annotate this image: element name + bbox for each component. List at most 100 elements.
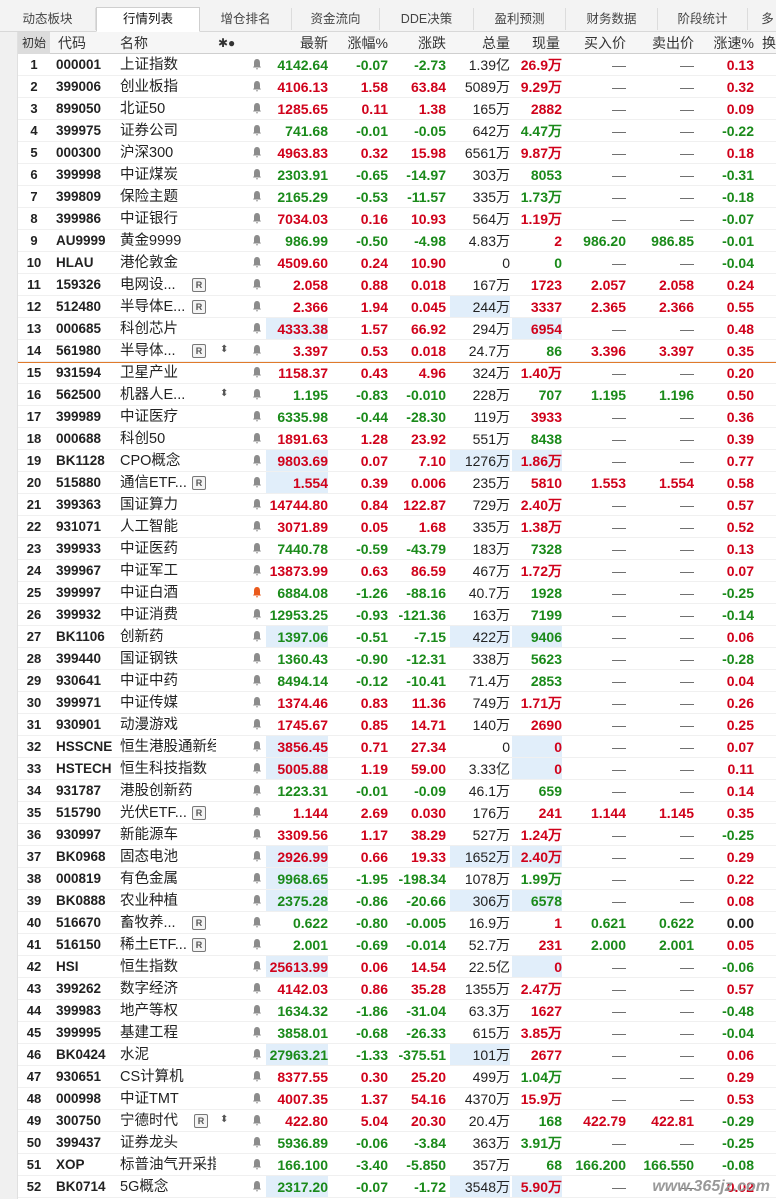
alert-bell-icon[interactable] — [252, 476, 262, 490]
alert-bell-icon[interactable] — [252, 388, 262, 402]
alert-bell-icon[interactable] — [252, 300, 262, 314]
alert-bell-icon[interactable] — [252, 124, 262, 138]
table-row[interactable]: 2 399006 创业板指 4106.13 1.58 63.84 5089万 9.29万 — — 0… — [18, 76, 776, 98]
alert-bell-icon[interactable] — [252, 894, 262, 908]
alert-bell-icon[interactable] — [252, 1026, 262, 1040]
alert-bell-icon[interactable] — [252, 1158, 262, 1172]
alert-bell-icon[interactable] — [252, 344, 262, 358]
alert-bell-icon[interactable] — [252, 146, 262, 160]
table-row[interactable]: 17 399989 中证医疗 6335.98 -0.44 -28.30 119万 3933 — —… — [18, 406, 776, 428]
table-row[interactable]: 28 399440 国证钢铁 1360.43 -0.90 -12.31 338万 5623 — —… — [18, 648, 776, 670]
table-row[interactable]: 51 XOP 标普油气开采指... 166.100 -3.40 -5.850 357万 68 1… — [18, 1154, 776, 1176]
tab-7[interactable]: 阶段统计 — [658, 8, 748, 30]
table-row[interactable]: 8 399986 中证银行 7034.03 0.16 10.93 564万 1.19万 — — -0… — [18, 208, 776, 230]
tab-3[interactable]: 资金流向 — [292, 8, 380, 30]
alert-bell-icon[interactable] — [252, 520, 262, 534]
tab-1[interactable]: 行情列表 — [96, 7, 200, 32]
tab-8[interactable]: 多 — [748, 8, 776, 30]
table-row[interactable]: 49 300750 宁德时代 R ⬍ 422.80 5.04 20.30 20.4万 168 422… — [18, 1110, 776, 1132]
alert-bell-icon[interactable] — [252, 256, 262, 270]
table-row[interactable]: 23 399933 中证医药 7440.78 -0.59 -43.79 183万 7328 — —… — [18, 538, 776, 560]
table-row[interactable]: 22 931071 人工智能 3071.89 0.05 1.68 335万 1.38万 — — 0.… — [18, 516, 776, 538]
table-row[interactable]: 36 930997 新能源车 3309.56 1.17 38.29 527万 1.24万 — — -… — [18, 824, 776, 846]
table-row[interactable]: 4 399975 证券公司 741.68 -0.01 -0.05 642万 4.47万 — — -0… — [18, 120, 776, 142]
alert-bell-icon[interactable] — [252, 102, 262, 116]
alert-bell-icon[interactable] — [252, 630, 262, 644]
alert-bell-icon[interactable] — [252, 784, 262, 798]
alert-bell-icon[interactable] — [252, 454, 262, 468]
header-bid[interactable]: 买入价 — [574, 32, 626, 54]
table-row[interactable]: 11 159326 电网设... R 2.058 0.88 0.018 167万 1723 2.0… — [18, 274, 776, 296]
alert-bell-icon[interactable] — [252, 586, 262, 600]
alert-bell-icon[interactable] — [252, 916, 262, 930]
alert-bell-icon[interactable] — [252, 762, 262, 776]
table-row[interactable]: 15 931594 卫星产业 1158.37 0.43 4.96 324万 1.40万 — — 0.… — [18, 362, 776, 384]
alert-bell-icon[interactable] — [252, 1070, 262, 1084]
alert-bell-icon[interactable] — [252, 872, 262, 886]
header-more[interactable]: 换 — [762, 32, 776, 54]
table-row[interactable]: 48 000998 中证TMT 4007.35 1.37 54.16 4370万 15.9万 —… — [18, 1088, 776, 1110]
alert-bell-icon[interactable] — [252, 828, 262, 842]
table-row[interactable]: 33 HSTECH 恒生科技指数 5005.88 1.19 59.00 3.33亿 0 — — 0.… — [18, 758, 776, 780]
table-row[interactable]: 45 399995 基建工程 3858.01 -0.68 -26.33 615万 3.85万 —… — [18, 1022, 776, 1044]
alert-bell-icon[interactable] — [252, 1092, 262, 1106]
tab-5[interactable]: 盈利预测 — [474, 8, 566, 30]
table-row[interactable]: 18 000688 科创50 1891.63 1.28 23.92 551万 8438 — — 0.… — [18, 428, 776, 450]
alert-bell-icon[interactable] — [252, 278, 262, 292]
alert-bell-icon[interactable] — [252, 410, 262, 424]
table-row[interactable]: 44 399983 地产等权 1634.32 -1.86 -31.04 63.3万 1627 —… — [18, 1000, 776, 1022]
header-code[interactable]: 代码 — [58, 32, 118, 54]
table-row[interactable]: 24 399967 中证军工 13873.99 0.63 86.59 467万 1.72万 — —… — [18, 560, 776, 582]
alert-bell-icon[interactable] — [252, 960, 262, 974]
table-row[interactable]: 7 399809 保险主题 2165.29 -0.53 -11.57 335万 1.73万 — —… — [18, 186, 776, 208]
table-row[interactable]: 13 000685 科创芯片 4333.38 1.57 66.92 294万 6954 — — 0.… — [18, 318, 776, 340]
alert-bell-icon[interactable] — [252, 740, 262, 754]
table-row[interactable]: 32 HSSCNE 恒生港股通新经... 3856.45 0.71 27.34 00 — — 0.… — [18, 736, 776, 758]
table-row[interactable]: 47 930651 CS计算机 8377.55 0.30 25.20 499万 1.04万 — —… — [18, 1066, 776, 1088]
table-row[interactable]: 34 931787 港股创新药 1223.31 -0.01 -0.09 46.1万 659 — —… — [18, 780, 776, 802]
table-row[interactable]: 46 BK0424 水泥 27963.21 -1.33 -375.51 101万 2677 — —… — [18, 1044, 776, 1066]
table-row[interactable]: 50 399437 证券龙头 5936.89 -0.06 -3.84 363万 3.91万 — —… — [18, 1132, 776, 1154]
header-ask[interactable]: 卖出价 — [642, 32, 694, 54]
header-flags[interactable]: ✱● — [218, 32, 244, 54]
table-row[interactable]: 38 000819 有色金属 9968.65 -1.95 -198.34 1078万 1.99… — [18, 868, 776, 890]
table-row[interactable]: 5 000300 沪深300 4963.83 0.32 15.98 6561万 9.87万 — —… — [18, 142, 776, 164]
table-row[interactable]: 14 561980 半导体... R ⬍ 3.397 0.53 0.018 24.7万 86 3.3… — [18, 340, 776, 362]
header-speed[interactable]: 涨速% — [704, 32, 754, 54]
tab-2[interactable]: 增仓排名 — [200, 8, 292, 30]
table-row[interactable]: 43 399262 数字经济 4142.03 0.86 35.28 1355万 2.47万 — —… — [18, 978, 776, 1000]
alert-bell-icon[interactable] — [252, 982, 262, 996]
table-row[interactable]: 1 000001 上证指数 4142.64 -0.07 -2.73 1.39亿 26.9万 — —… — [18, 54, 776, 76]
alert-bell-icon[interactable] — [252, 652, 262, 666]
table-row[interactable]: 37 BK0968 固态电池 2926.99 0.66 19.33 1652万 2.40万 — —… — [18, 846, 776, 868]
alert-bell-icon[interactable] — [252, 674, 262, 688]
table-row[interactable]: 27 BK1106 创新药 1397.06 -0.51 -7.15 422万 9406 — — 0.… — [18, 626, 776, 648]
table-row[interactable]: 30 399971 中证传媒 1374.46 0.83 11.36 749万 1.71万 — — 0… — [18, 692, 776, 714]
alert-bell-icon[interactable] — [252, 696, 262, 710]
alert-bell-icon[interactable] — [252, 190, 262, 204]
table-row[interactable]: 39 BK0888 农业种植 2375.28 -0.86 -20.66 306万 6578 — —… — [18, 890, 776, 912]
header-name[interactable]: 名称 — [120, 32, 200, 54]
alert-bell-icon[interactable] — [252, 498, 262, 512]
header-vol[interactable]: 总量 — [458, 32, 510, 54]
table-row[interactable]: 9 AU9999 黄金9999 986.99 -0.50 -4.98 4.83万 2 986.2… — [18, 230, 776, 252]
table-row[interactable]: 10 HLAU 港伦敦金 4509.60 0.24 10.90 0 0 — — -0.04 — [18, 252, 776, 274]
alert-bell-icon[interactable] — [252, 1180, 262, 1194]
alert-bell-icon[interactable] — [252, 1114, 262, 1128]
alert-bell-icon[interactable] — [252, 718, 262, 732]
table-row[interactable]: 12 512480 半导体E... R 2.366 1.94 0.045 244万 3337 2.… — [18, 296, 776, 318]
alert-bell-icon[interactable] — [252, 322, 262, 336]
header-chg[interactable]: 涨跌 — [396, 32, 446, 54]
alert-bell-icon[interactable] — [252, 564, 262, 578]
alert-bell-icon[interactable] — [252, 938, 262, 952]
table-row[interactable]: 42 HSI 恒生指数 25613.99 0.06 14.54 22.5亿 0 — — -0.06 — [18, 956, 776, 978]
tab-6[interactable]: 财务数据 — [566, 8, 658, 30]
header-pct[interactable]: 涨幅% — [336, 32, 388, 54]
alert-bell-icon[interactable] — [252, 1048, 262, 1062]
alert-bell-icon[interactable] — [252, 212, 262, 226]
alert-bell-icon[interactable] — [252, 1136, 262, 1150]
alert-bell-icon[interactable] — [252, 80, 262, 94]
table-row[interactable]: 19 BK1128 CPO概念 9803.69 0.07 7.10 1276万 1.86万 — —… — [18, 450, 776, 472]
table-row[interactable]: 6 399998 中证煤炭 2303.91 -0.65 -14.97 303万 8053 — — -… — [18, 164, 776, 186]
header-now[interactable]: 现量 — [514, 32, 560, 54]
